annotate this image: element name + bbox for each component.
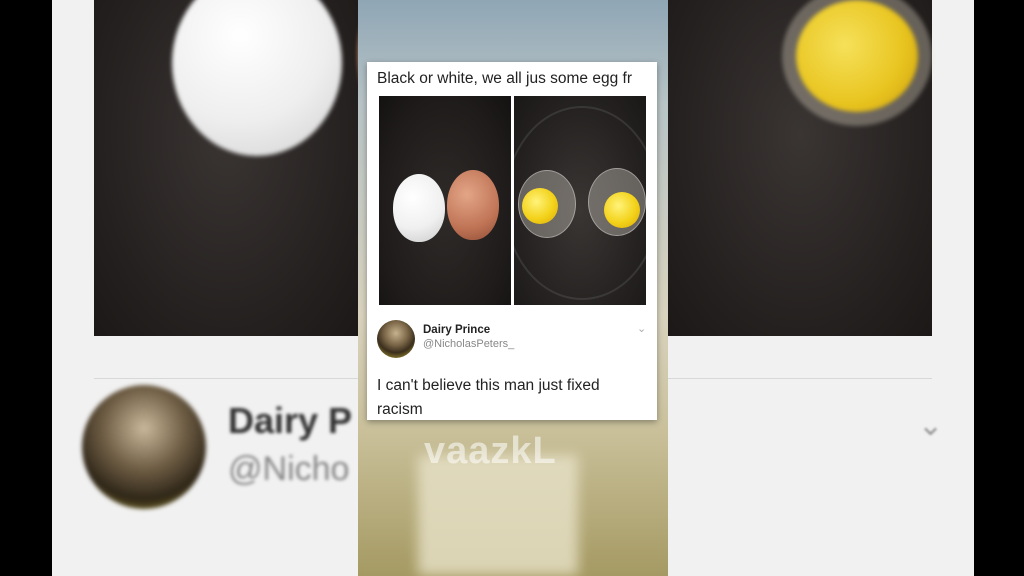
eggs-shell-photo xyxy=(379,96,511,305)
egg-yolk xyxy=(604,192,640,228)
tweet-display-name[interactable]: Dairy Prince xyxy=(423,324,490,336)
eggs-cracked-photo xyxy=(514,96,646,305)
chevron-down-icon[interactable]: ⌄ xyxy=(637,322,646,335)
chevron-down-icon: ⌄ xyxy=(918,409,944,442)
tweet-text: I can't believe this man just fixed raci… xyxy=(377,377,600,418)
watermark: vaazkL xyxy=(424,430,557,472)
blurred-handle: @Nicho xyxy=(228,450,350,488)
blurred-eggs-photo xyxy=(94,0,358,336)
blurred-background-right: ⌄ xyxy=(668,0,974,576)
tweet-handle[interactable]: @NicholasPeters_ xyxy=(423,338,514,350)
brown-egg xyxy=(447,170,499,240)
blurred-background-left: Dairy P @Nicho xyxy=(52,0,358,576)
divider xyxy=(94,378,358,379)
blurred-yolk xyxy=(796,0,918,112)
blurred-avatar xyxy=(82,385,206,509)
blurred-display-name: Dairy P xyxy=(228,400,353,441)
blurred-white-egg xyxy=(172,0,342,156)
white-egg xyxy=(393,174,445,242)
avatar[interactable] xyxy=(377,320,415,358)
egg-yolk xyxy=(522,188,558,224)
meme-caption: Black or white, we all jus some egg fr xyxy=(377,70,632,87)
divider xyxy=(668,378,932,379)
blurred-pan-photo xyxy=(668,0,932,336)
blurred-object xyxy=(418,455,578,575)
meme-card: Black or white, we all jus some egg fr D… xyxy=(367,62,657,420)
